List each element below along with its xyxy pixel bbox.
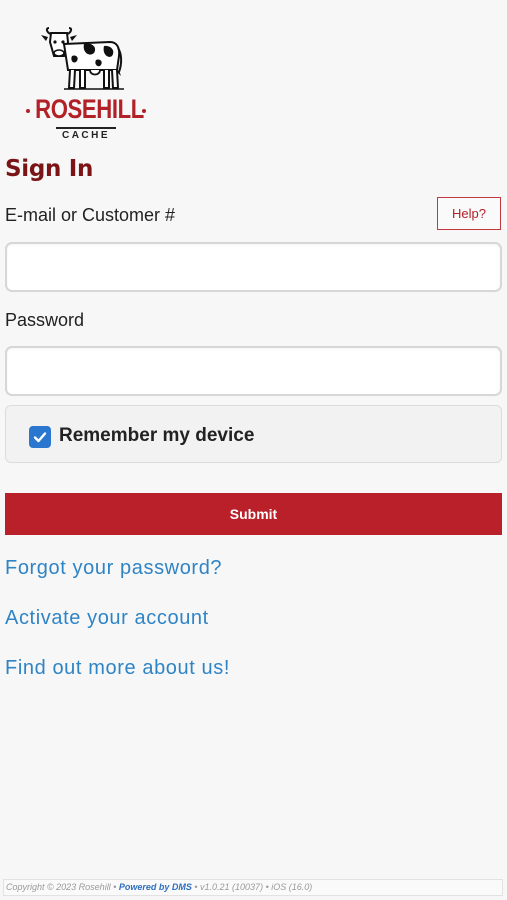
footer: Copyright © 2023 Rosehill • Powered by D…: [3, 879, 503, 896]
remember-device-checkbox[interactable]: [29, 426, 51, 448]
help-button[interactable]: Help?: [437, 197, 501, 230]
email-field[interactable]: [5, 242, 502, 292]
footer-separator: •: [110, 882, 119, 892]
remember-device-row[interactable]: Remember my device: [5, 405, 502, 463]
rosehill-logo: ROSEHILL CACHE: [24, 26, 148, 148]
footer-separator: •: [263, 882, 272, 892]
checkmark-icon: [33, 432, 47, 443]
about-us-link[interactable]: Find out more about us!: [5, 657, 230, 680]
forgot-password-link[interactable]: Forgot your password?: [5, 557, 222, 580]
logo-wordmark: ROSEHILL: [35, 94, 144, 124]
email-label: E-mail or Customer #: [5, 205, 176, 225]
activate-account-link[interactable]: Activate your account: [5, 607, 209, 630]
footer-separator: •: [191, 882, 201, 892]
remember-device-label: Remember my device: [59, 425, 255, 446]
powered-by-link[interactable]: Powered by DMS: [119, 882, 192, 892]
platform-text: iOS (16.0): [271, 882, 313, 892]
password-field[interactable]: [5, 346, 502, 396]
login-screen: ROSEHILL CACHE Sign In E-mail or Custome…: [0, 0, 507, 900]
submit-button[interactable]: Submit: [5, 493, 502, 535]
logo-divider: [56, 127, 116, 129]
version-text: v1.0.21 (10037): [200, 882, 264, 892]
logo-dot-left: [26, 109, 30, 113]
copyright-text: Copyright © 2023 Rosehill: [6, 882, 111, 892]
password-label: Password: [5, 310, 85, 330]
cow-icon: [41, 27, 124, 90]
logo-dot-right: [142, 109, 146, 113]
page-title: Sign In: [5, 156, 94, 182]
logo-subtitle: CACHE: [61, 130, 111, 141]
